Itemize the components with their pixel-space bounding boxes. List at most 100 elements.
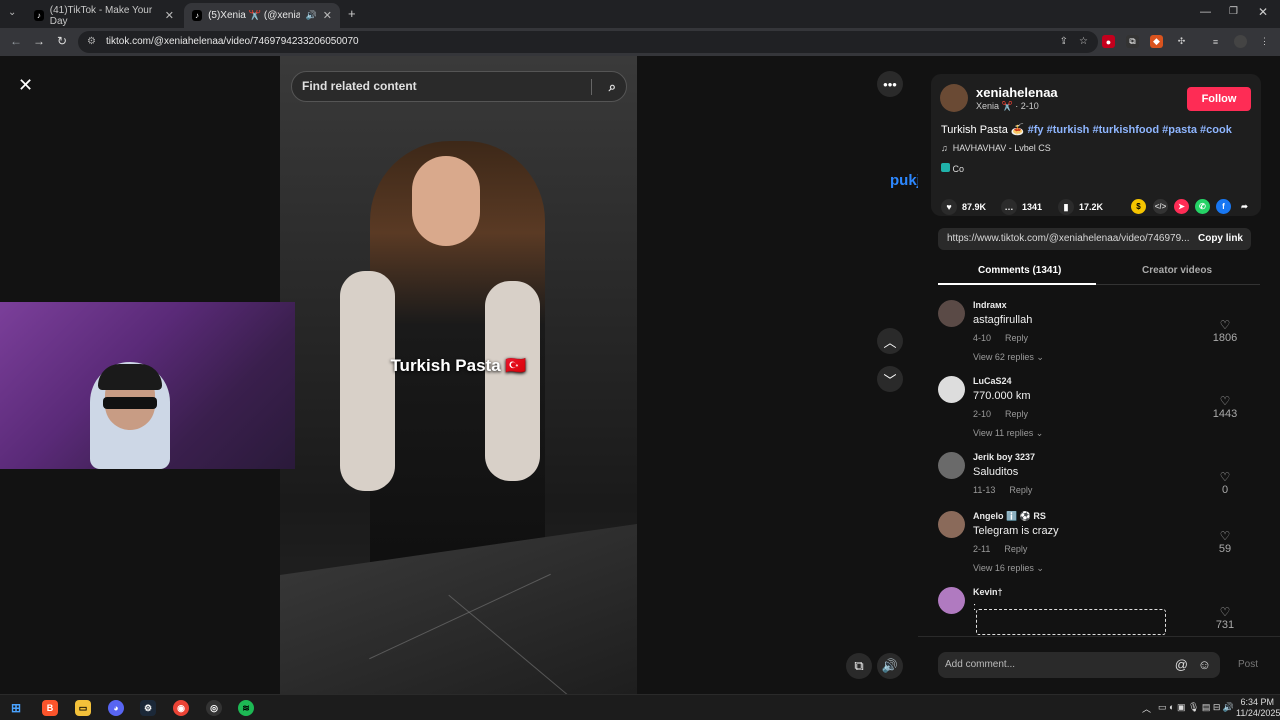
comment-like[interactable]: ♡ 0 — [1210, 470, 1240, 496]
comment-like[interactable]: ♡ 1443 — [1210, 394, 1240, 420]
add-comment-input[interactable]: Add comment... @ ☺ — [938, 652, 1220, 678]
creator-username[interactable]: xeniahelenaa — [976, 85, 1058, 100]
embed-code-icon[interactable]: </> — [1153, 199, 1168, 214]
obs-icon[interactable]: ◎ — [206, 700, 222, 716]
post-comment-button[interactable]: Post — [1238, 659, 1258, 670]
minimize-icon[interactable]: — — [1200, 6, 1211, 18]
close-video-icon[interactable]: ✕ — [18, 75, 33, 96]
tray-icons[interactable]: ▭ ◐ ▣ 🎙 ▤ ⊟ 🔊 — [1158, 702, 1234, 713]
more-options-icon[interactable]: ••• — [877, 71, 903, 97]
forward-icon[interactable]: → — [33, 34, 45, 48]
close-tab-icon[interactable]: ✕ — [165, 9, 174, 22]
search-placeholder: Find related content — [302, 79, 417, 93]
spotify-icon[interactable]: ≋ — [238, 700, 254, 716]
video-link-box[interactable]: https://www.tiktok.com/@xeniahelenaa/vid… — [938, 228, 1251, 250]
send-icon[interactable]: ➤ — [1174, 199, 1189, 214]
description-hashtags[interactable]: #fy #turkish #turkishfood #pasta #cook — [1028, 124, 1232, 136]
bookmark-icon[interactable]: ▮ — [1058, 199, 1074, 215]
floating-player-icon[interactable]: ⧉ — [846, 653, 872, 679]
like-stat[interactable]: ♥ 87.9K — [941, 199, 986, 215]
file-explorer-icon[interactable]: ▭ — [75, 700, 91, 716]
close-window-icon[interactable]: ✕ — [1258, 5, 1268, 19]
commenter-avatar[interactable] — [938, 587, 965, 614]
extension-dark-icon[interactable]: ⧉ — [1126, 35, 1139, 48]
steam-icon[interactable]: ⚙ — [140, 700, 156, 716]
reply-link[interactable]: Reply — [1005, 409, 1028, 419]
tab-tiktok-home[interactable]: ♪ (41)TikTok - Make Your Day ✕ — [26, 3, 182, 28]
heart-outline-icon[interactable]: ♡ — [1210, 470, 1240, 484]
discord-icon[interactable]: ◕ — [108, 700, 124, 716]
tray-chevron-icon[interactable]: ︿ — [1142, 702, 1151, 715]
commenter-avatar[interactable] — [938, 511, 965, 538]
speaker-icon[interactable]: 🔊 — [306, 10, 317, 21]
new-tab-icon[interactable]: + — [348, 6, 356, 21]
whatsapp-icon[interactable]: ✆ — [1195, 199, 1210, 214]
comment-like[interactable]: ♡ 59 — [1210, 529, 1240, 555]
brave-icon[interactable]: B — [42, 700, 58, 716]
tab-comments[interactable]: Comments (1341) — [937, 265, 1097, 285]
commenter-name[interactable]: LuCaS24 — [973, 376, 1012, 386]
extension-red-icon[interactable]: ● — [1102, 35, 1115, 48]
extensions-puzzle-icon[interactable]: ✣ — [1175, 35, 1188, 48]
reply-link[interactable]: Reply — [1005, 333, 1028, 343]
share-arrow-icon[interactable]: ➦ — [1237, 199, 1252, 214]
follow-button[interactable]: Follow — [1187, 87, 1251, 111]
comment-like[interactable]: ♡ 1806 — [1210, 318, 1240, 344]
media-control-icon[interactable]: ≡ — [1209, 35, 1222, 48]
facebook-icon[interactable]: f — [1216, 199, 1231, 214]
view-replies-link[interactable]: View 16 replies ⌄ — [973, 563, 1044, 574]
commenter-name[interactable]: Angelo ℹ️ ⚽ RS — [973, 511, 1046, 522]
heart-outline-icon[interactable]: ♡ — [1210, 529, 1240, 543]
video-player[interactable]: Turkish Pasta 🇹🇷 — [280, 56, 637, 694]
reply-link[interactable]: Reply — [1009, 485, 1032, 495]
creator-avatar[interactable] — [940, 84, 968, 112]
next-video-icon[interactable]: ﹀ — [877, 366, 903, 392]
tab-search-icon[interactable]: ⌄ — [8, 7, 16, 18]
save-stat[interactable]: ▮ 17.2K — [1058, 199, 1103, 215]
commenter-avatar[interactable] — [938, 300, 965, 327]
heart-outline-icon[interactable]: ♡ — [1210, 394, 1240, 408]
bookmark-star-icon[interactable]: ☆ — [1079, 31, 1088, 53]
view-replies-link[interactable]: View 62 replies ⌄ — [973, 352, 1044, 363]
emoji-icon[interactable]: ☺ — [1198, 652, 1211, 678]
comment-like[interactable]: ♡ 731 — [1210, 605, 1240, 631]
volume-icon[interactable]: 🔊 — [877, 653, 903, 679]
previous-video-icon[interactable]: ︿ — [877, 328, 903, 354]
close-tab-icon[interactable]: ✕ — [323, 9, 332, 22]
menu-kebab-icon[interactable]: ⋮ — [1258, 35, 1271, 48]
reply-link[interactable]: Reply — [1004, 544, 1027, 554]
site-info-icon[interactable]: ⚙ — [87, 31, 96, 53]
commenter-avatar[interactable] — [938, 452, 965, 479]
tab-xenia-video[interactable]: ♪ (5)Xenia ✂️ (@xeniahelena 🔊 ✕ — [184, 3, 340, 28]
browser-toolbar: ← → ↻ ⚙ tiktok.com/@xeniahelenaa/video/7… — [0, 28, 1280, 56]
commenter-avatar[interactable] — [938, 376, 965, 403]
coin-icon[interactable]: $ — [1131, 199, 1146, 214]
install-icon[interactable]: ⇪ — [1060, 31, 1068, 53]
find-related-search[interactable]: Find related content ⌕ — [291, 71, 627, 102]
search-icon[interactable]: ⌕ — [609, 72, 616, 101]
heart-icon[interactable]: ♥ — [941, 199, 957, 215]
copy-link-button[interactable]: Copy link — [1198, 228, 1243, 250]
tab-creator-videos[interactable]: Creator videos — [1142, 265, 1212, 276]
view-replies-link[interactable]: View 11 replies ⌄ — [973, 428, 1043, 439]
reload-icon[interactable]: ↻ — [57, 34, 67, 48]
commenter-name[interactable]: Kevin† — [973, 587, 1003, 597]
mention-icon[interactable]: @ — [1175, 652, 1188, 678]
back-icon[interactable]: ← — [10, 34, 22, 48]
tiktok-icon: ♪ — [34, 10, 44, 21]
comment-stat[interactable]: … 1341 — [1001, 199, 1042, 215]
tray-clock[interactable]: 6:34 PM 11/24/2025 — [1236, 697, 1280, 719]
windows-start-icon[interactable]: ⊞ — [8, 700, 24, 716]
profile-avatar-icon[interactable] — [1234, 35, 1247, 48]
music-line[interactable]: ♫ HAVHAVHAV - Lvbel CS — [941, 143, 1051, 153]
music-note-icon: ♫ — [941, 143, 948, 153]
chrome-icon[interactable]: ◉ — [173, 700, 189, 716]
extension-orange-icon[interactable]: ◆ — [1150, 35, 1163, 48]
heart-outline-icon[interactable]: ♡ — [1210, 318, 1240, 332]
commenter-name[interactable]: Jerik boy 3237 — [973, 452, 1035, 462]
comment-bubble-icon[interactable]: … — [1001, 199, 1017, 215]
commenter-name[interactable]: Indraмx — [973, 300, 1007, 310]
restore-icon[interactable]: ❐ — [1229, 6, 1238, 17]
address-bar[interactable]: ⚙ tiktok.com/@xeniahelenaa/video/7469794… — [78, 31, 1098, 53]
heart-outline-icon[interactable]: ♡ — [1210, 605, 1240, 619]
